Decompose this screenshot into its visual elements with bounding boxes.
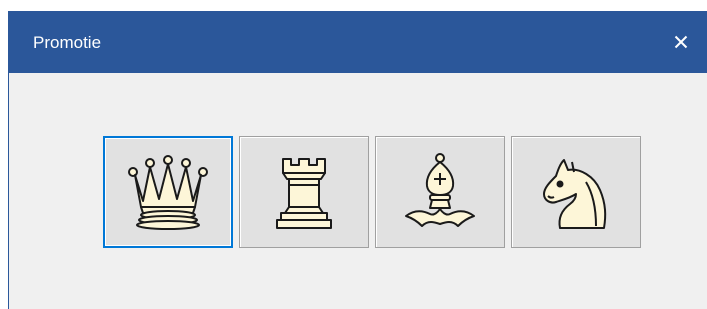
rook-button[interactable] — [239, 136, 369, 248]
promotion-dialog: Promotie — [8, 11, 707, 309]
knight-button[interactable] — [511, 136, 641, 248]
white-bishop-icon — [405, 153, 475, 227]
close-icon — [674, 35, 688, 49]
white-queen-icon — [128, 155, 208, 230]
dialog-title: Promotie — [33, 33, 102, 52]
queen-button[interactable] — [103, 136, 233, 248]
bishop-button[interactable] — [375, 136, 505, 248]
white-rook-icon — [276, 158, 332, 229]
close-button[interactable] — [655, 11, 707, 73]
title-bar: Promotie — [9, 11, 707, 73]
white-knight-icon — [543, 159, 607, 229]
promotion-piece-buttons — [103, 136, 641, 248]
